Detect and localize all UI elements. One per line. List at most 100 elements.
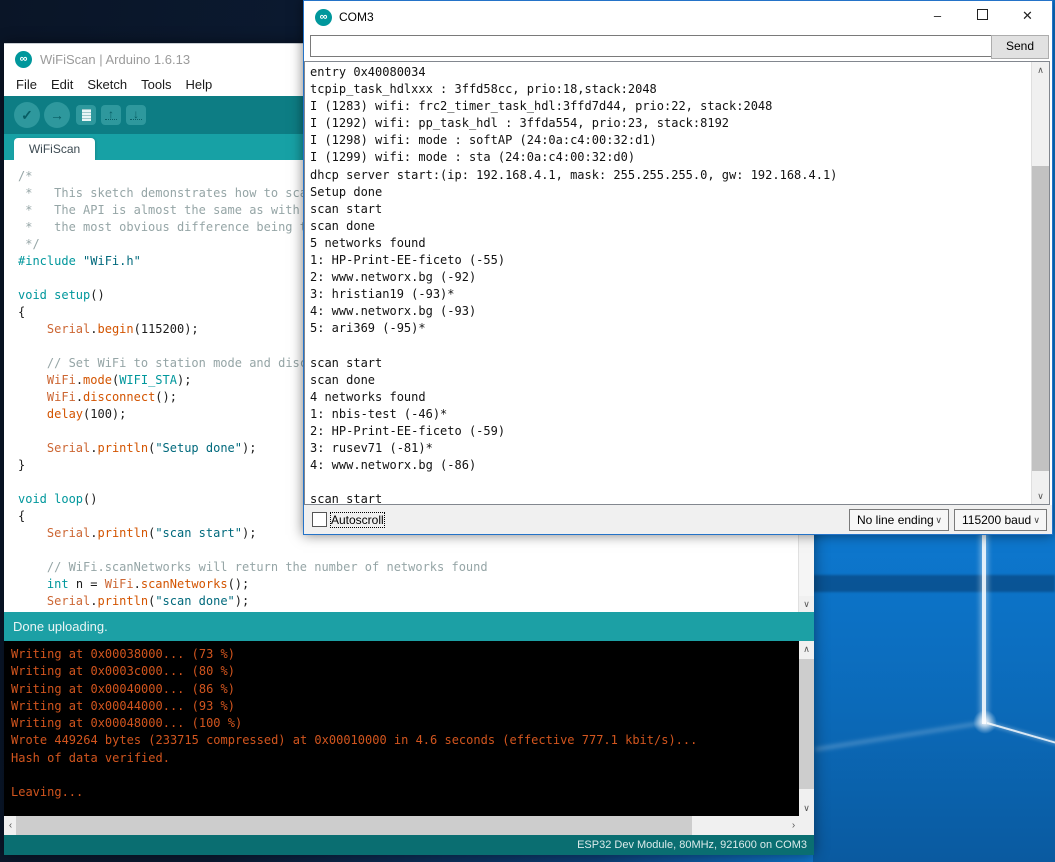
serial-output-area[interactable]: entry 0x40080034tcpip_task_hdlxxx : 3ffd…: [304, 61, 1050, 505]
mline: I (1292) wifi: pp_task_hdl : 3ffda554, p…: [310, 115, 837, 132]
mline: scan start: [310, 491, 837, 505]
arrow-up-icon: ↑: [108, 107, 114, 121]
menu-tools[interactable]: Tools: [134, 74, 178, 92]
kline: Writing at 0x0003c000... (80 %): [11, 663, 697, 680]
line-ending-value: No line ending: [857, 513, 934, 527]
mline: 2: HP-Print-EE-ficeto (-59): [310, 423, 837, 440]
arrow-down-icon: ↓: [133, 107, 139, 121]
code-line: int n = WiFi.scanNetworks();: [18, 576, 488, 593]
tab-wifiscan[interactable]: WiFiScan: [14, 138, 95, 160]
baud-rate-value: 115200 baud: [962, 513, 1031, 527]
monitor-bottom-bar: Autoscroll No line ending ∨ 115200 baud …: [304, 505, 1052, 534]
mline: I (1299) wifi: mode : sta (24:0a:c4:00:3…: [310, 149, 837, 166]
menu-help[interactable]: Help: [178, 74, 219, 92]
mline: scan start: [310, 355, 837, 372]
code-line: // WiFi.scanNetworks will return the num…: [18, 559, 488, 576]
new-sketch-button[interactable]: [76, 105, 96, 125]
mline: 4: www.networx.bg (-86): [310, 457, 837, 474]
monitor-input-row: Send: [304, 33, 1052, 61]
open-button[interactable]: ↑: [101, 105, 121, 125]
send-button[interactable]: Send: [991, 35, 1049, 59]
mline: Setup done: [310, 184, 837, 201]
serial-output: entry 0x40080034tcpip_task_hdlxxx : 3ffd…: [310, 64, 837, 505]
hscroll-thumb[interactable]: [16, 816, 692, 835]
maximize-icon: [977, 9, 988, 20]
mline: dhcp server start:(ip: 192.168.4.1, mask…: [310, 167, 837, 184]
line-ending-select[interactable]: No line ending ∨: [849, 509, 949, 531]
code-line: Serial.println("scan done");: [18, 593, 488, 610]
ide-footer-bar: ESP32 Dev Module, 80MHz, 921600 on COM3: [4, 835, 814, 855]
scroll-down-icon[interactable]: ∨: [799, 596, 814, 612]
monitor-scroll-thumb[interactable]: [1032, 166, 1049, 471]
mline: 2: www.networx.bg (-92): [310, 269, 837, 286]
close-icon: ✕: [1022, 8, 1033, 23]
mline: [310, 338, 837, 355]
console-vertical-scrollbar[interactable]: ∧ ∨: [799, 641, 814, 816]
kline: [11, 767, 697, 784]
arduino-logo-icon: ∞: [315, 9, 332, 26]
menu-edit[interactable]: Edit: [44, 74, 80, 92]
maximize-button[interactable]: [960, 1, 1005, 33]
menu-file[interactable]: File: [9, 74, 44, 92]
ide-horizontal-scrollbar[interactable]: ‹ ›: [4, 816, 814, 835]
mline: 3: rusev71 (-81)*: [310, 440, 837, 457]
monitor-vertical-scrollbar[interactable]: ∧ ∨: [1031, 62, 1049, 504]
arduino-logo-icon: ∞: [15, 51, 32, 68]
serial-monitor-window: ∞ COM3 – ✕ Send entry 0x40080034tcpip_ta…: [303, 0, 1053, 535]
kline: Wrote 449264 bytes (233715 compressed) a…: [11, 732, 697, 749]
close-button[interactable]: ✕: [1005, 1, 1050, 33]
mline: I (1283) wifi: frc2_timer_task_hdl:3ffd7…: [310, 98, 837, 115]
mline: 5 networks found: [310, 235, 837, 252]
document-icon: [82, 109, 91, 121]
ide-status-bar: Done uploading.: [4, 612, 814, 641]
window-controls: – ✕: [915, 1, 1050, 33]
mline: scan start: [310, 201, 837, 218]
wallpaper-light-beam-left: [815, 721, 985, 751]
mline: [310, 474, 837, 491]
arrow-right-icon: →: [50, 107, 64, 123]
minimize-button[interactable]: –: [915, 1, 960, 33]
scroll-right-icon[interactable]: ›: [787, 816, 800, 835]
mline: I (1298) wifi: mode : softAP (24:0a:c4:0…: [310, 132, 837, 149]
kline: Writing at 0x00038000... (73 %): [11, 646, 697, 663]
wallpaper-light-spot: [973, 710, 997, 734]
monitor-titlebar[interactable]: ∞ COM3 – ✕: [304, 1, 1052, 33]
ide-console-area: Writing at 0x00038000... (73 %)Writing a…: [4, 641, 814, 816]
kline: Leaving...: [11, 784, 697, 801]
mline: 1: HP-Print-EE-ficeto (-55): [310, 252, 837, 269]
mline: 4: www.networx.bg (-93): [310, 303, 837, 320]
baud-rate-select[interactable]: 115200 baud ∨: [954, 509, 1047, 531]
mline: entry 0x40080034: [310, 64, 837, 81]
wallpaper-light-beam-vertical: [982, 528, 986, 724]
mline: 1: nbis-test (-46)*: [310, 406, 837, 423]
kline: Writing at 0x00044000... (93 %): [11, 698, 697, 715]
board-port-status: ESP32 Dev Module, 80MHz, 921600 on COM3: [577, 839, 807, 851]
autoscroll-label[interactable]: Autoscroll: [331, 513, 384, 527]
chevron-down-icon: ∨: [935, 510, 942, 531]
verify-button[interactable]: ✓: [14, 102, 40, 128]
serial-input[interactable]: [310, 35, 992, 57]
ide-window-title: WiFiScan | Arduino 1.6.13: [40, 52, 190, 67]
menu-sketch[interactable]: Sketch: [80, 74, 134, 92]
monitor-window-title: COM3: [339, 10, 374, 24]
mline: 5: ari369 (-95)*: [310, 320, 837, 337]
chevron-down-icon: ∨: [1033, 510, 1040, 531]
console-scroll-thumb[interactable]: [799, 659, 814, 789]
status-message: Done uploading.: [13, 619, 108, 634]
minimize-icon: –: [934, 8, 941, 23]
kline: Writing at 0x00040000... (86 %): [11, 681, 697, 698]
scroll-down-icon[interactable]: ∨: [799, 800, 814, 816]
code-line: [18, 542, 488, 559]
autoscroll-checkbox[interactable]: [312, 512, 327, 527]
scroll-down-icon[interactable]: ∨: [1032, 488, 1049, 504]
mline: tcpip_task_hdlxxx : 3ffd58cc, prio:18,st…: [310, 81, 837, 98]
kline: Writing at 0x00048000... (100 %): [11, 715, 697, 732]
scroll-up-icon[interactable]: ∧: [799, 641, 814, 657]
scroll-up-icon[interactable]: ∧: [1032, 62, 1049, 78]
mline: 3: hristian19 (-93)*: [310, 286, 837, 303]
upload-button[interactable]: →: [44, 102, 70, 128]
wallpaper-dark-band: [813, 575, 1055, 592]
mline: 4 networks found: [310, 389, 837, 406]
save-button[interactable]: ↓: [126, 105, 146, 125]
kline: Hash of data verified.: [11, 750, 697, 767]
